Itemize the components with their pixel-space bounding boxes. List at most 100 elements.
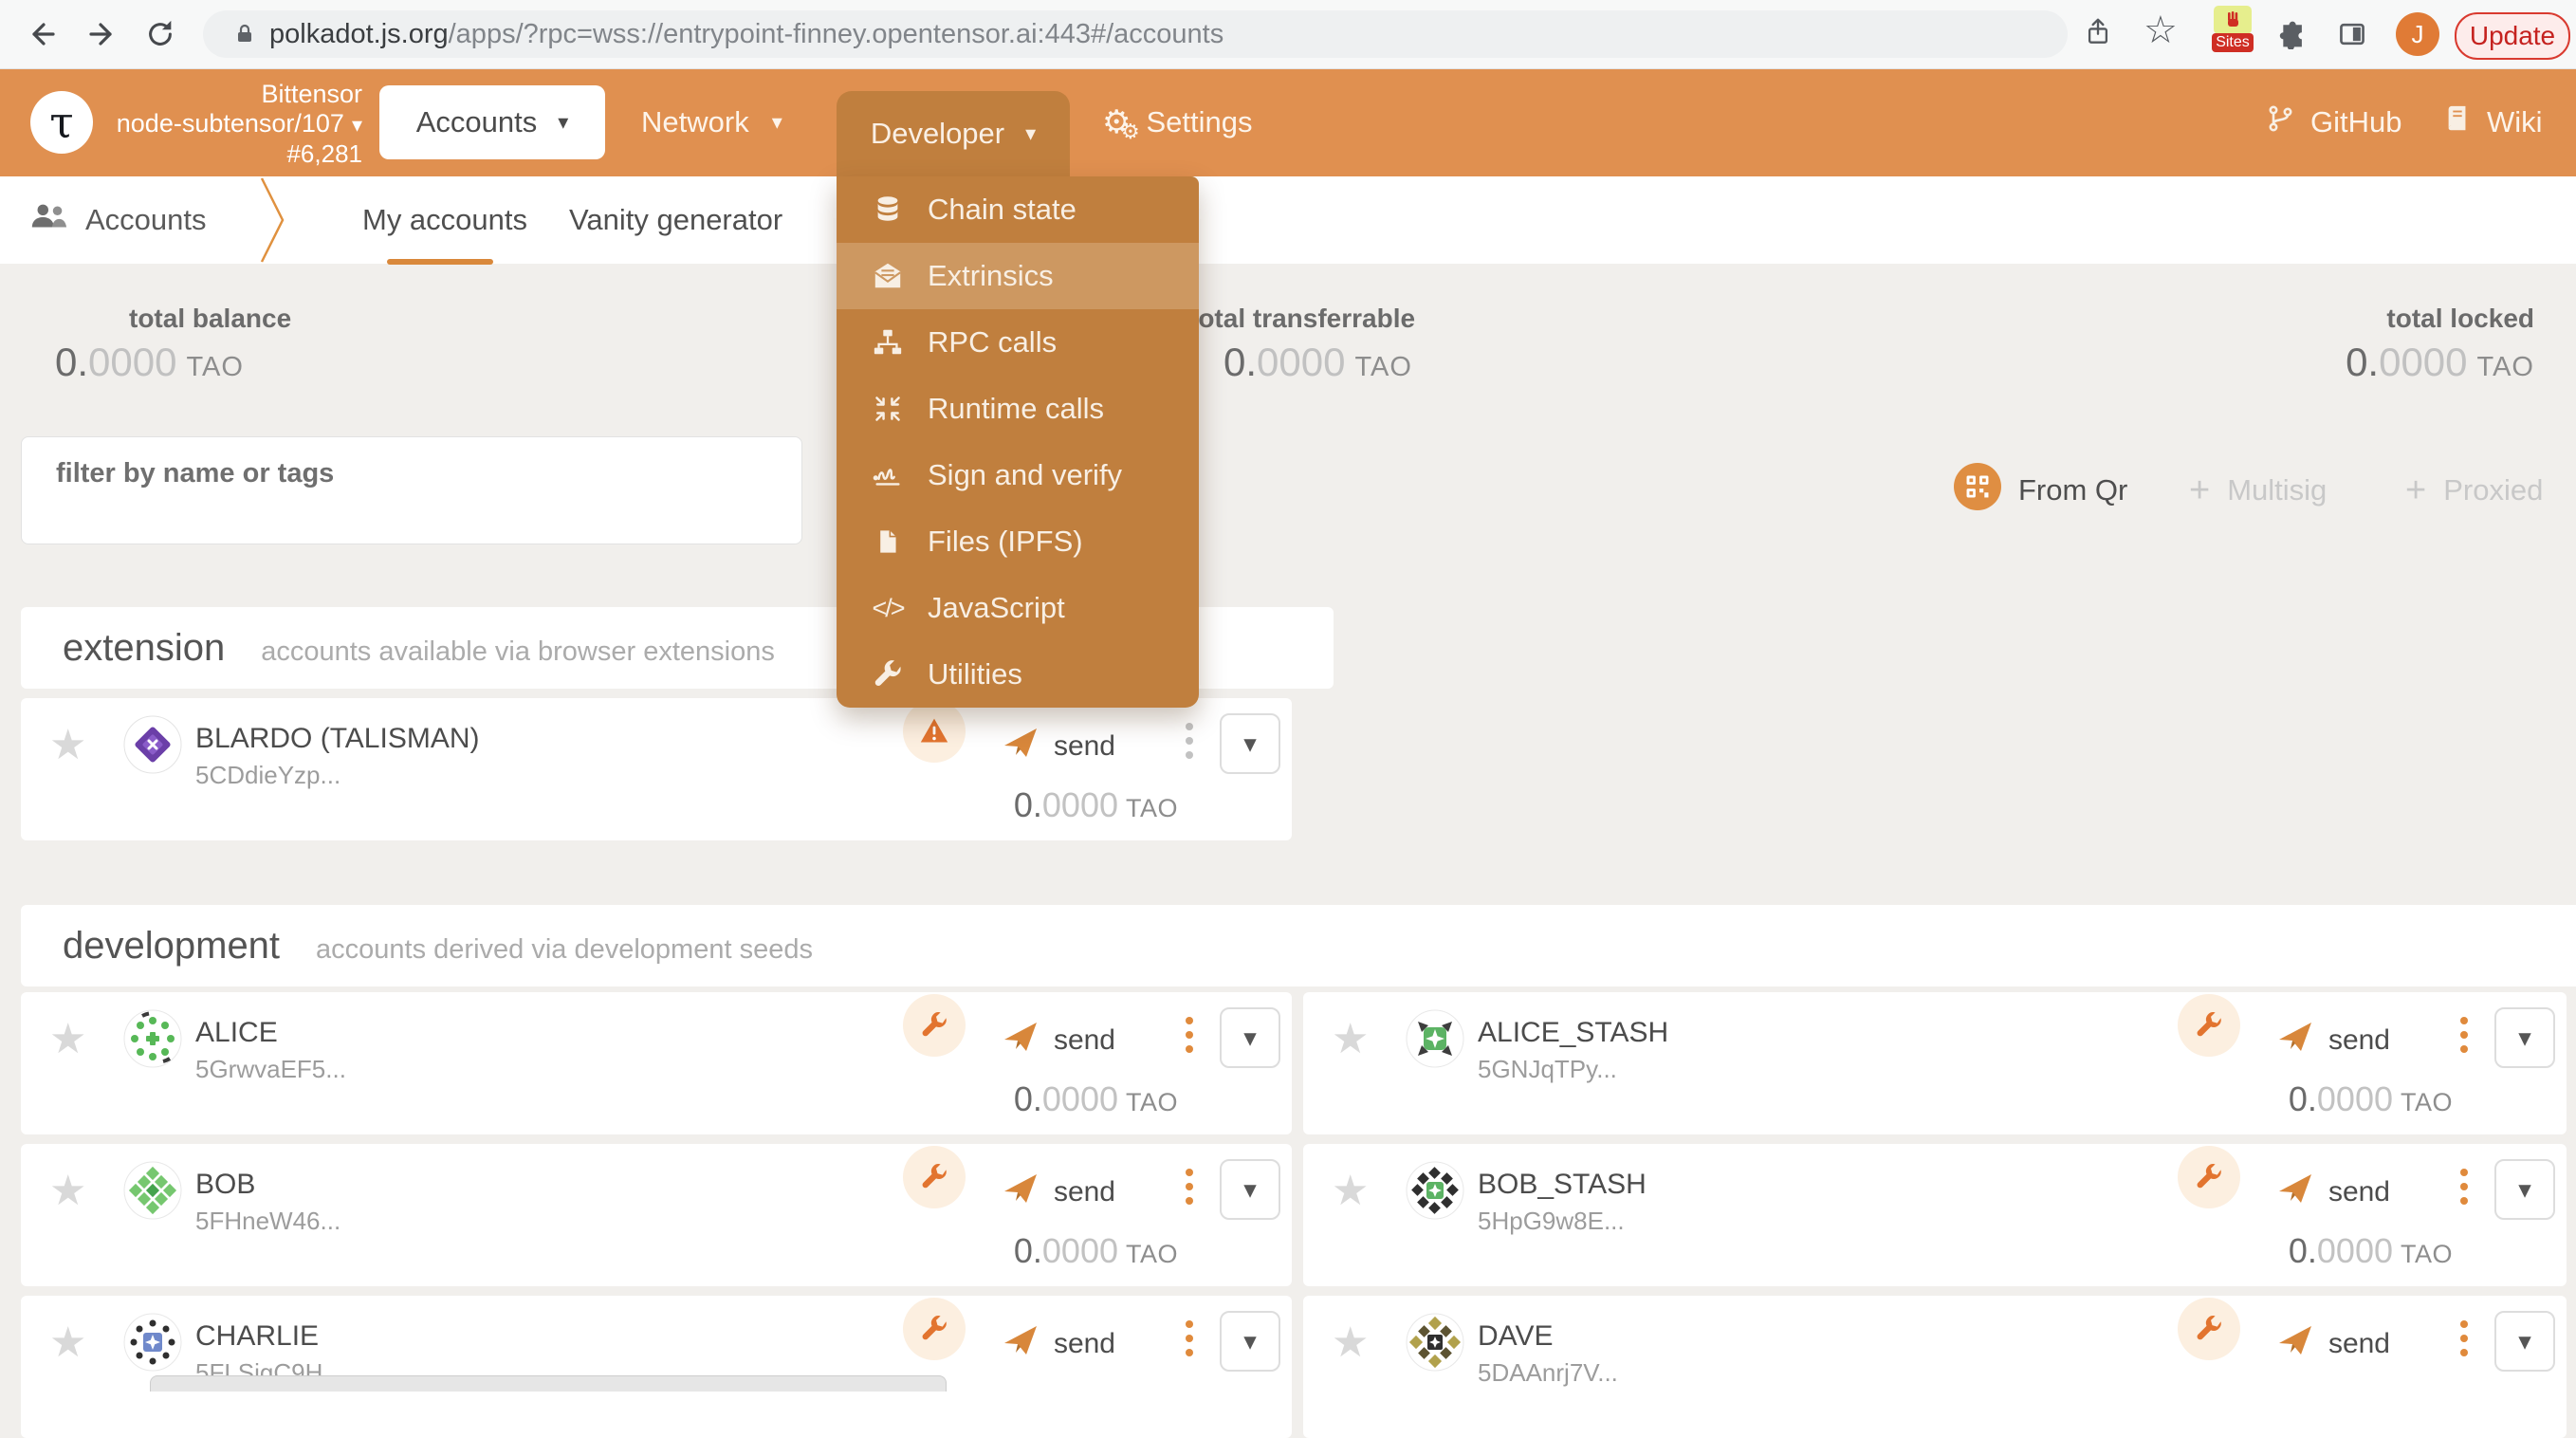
- account-address[interactable]: 5DAAnrj7V...: [1478, 1358, 1618, 1388]
- expand-button[interactable]: ▾: [2494, 1007, 2555, 1068]
- more-menu-icon[interactable]: [2460, 1320, 2468, 1356]
- account-card: ★ CHARLIE 5FLSigC9H... send ▾: [21, 1296, 1292, 1438]
- wrench-icon[interactable]: [903, 1298, 966, 1360]
- menu-item-extrinsics[interactable]: Extrinsics: [837, 243, 1199, 309]
- send-button[interactable]: send: [2277, 1324, 2390, 1364]
- send-button[interactable]: send: [1003, 727, 1115, 766]
- favorite-star-icon[interactable]: ★: [1332, 1019, 1369, 1060]
- tab-vanity-generator[interactable]: Vanity generator: [569, 176, 782, 264]
- menu-item-chain-state[interactable]: Chain state: [837, 176, 1199, 243]
- developer-dropdown-menu: Chain state Extrinsics RPC calls Runtime…: [837, 176, 1199, 708]
- account-name[interactable]: CHARLIE: [195, 1320, 319, 1353]
- refresh-icon[interactable]: [144, 18, 176, 55]
- identicon[interactable]: [123, 1161, 182, 1225]
- summary-value: 0.0000TAO: [2346, 340, 2534, 385]
- add-multisig-button[interactable]: + Multisig: [2189, 467, 2327, 514]
- chain-selector[interactable]: Bittensor node-subtensor/107▾ #6,281: [114, 80, 362, 169]
- summary-value: 0.0000TAO: [1189, 340, 1415, 385]
- nav-network-menu[interactable]: Network▾: [641, 68, 782, 176]
- account-card: ★ DAVE 5DAAnrj7V... send ▾: [1303, 1296, 2567, 1438]
- wiki-link[interactable]: Wiki: [2443, 68, 2543, 176]
- identicon[interactable]: [1406, 1009, 1464, 1073]
- identicon[interactable]: [123, 1009, 182, 1073]
- total-locked-summary: total locked 0.0000TAO: [2346, 304, 2534, 385]
- paper-plane-icon: [2277, 1172, 2313, 1212]
- more-menu-icon[interactable]: [1186, 1169, 1193, 1205]
- favorite-star-icon[interactable]: ★: [1332, 1322, 1369, 1364]
- summary-label: total transferrable: [1189, 304, 1415, 334]
- back-icon[interactable]: [25, 17, 59, 56]
- warning-icon[interactable]: [903, 700, 966, 763]
- address-bar[interactable]: polkadot.js.org/apps/?rpc=wss://entrypoi…: [203, 10, 2068, 58]
- forward-icon[interactable]: [85, 17, 120, 56]
- menu-item-rpc-calls[interactable]: RPC calls: [837, 309, 1199, 376]
- users-icon: [28, 199, 68, 241]
- wrench-icon[interactable]: [903, 1146, 966, 1208]
- favorite-star-icon[interactable]: ★: [49, 1322, 86, 1364]
- send-button[interactable]: send: [1003, 1324, 1115, 1364]
- extensions-puzzle-icon[interactable]: [2278, 19, 2309, 54]
- more-menu-icon[interactable]: [2460, 1017, 2468, 1053]
- account-address[interactable]: 5CDdieYzp...: [195, 761, 340, 790]
- expand-button[interactable]: ▾: [2494, 1311, 2555, 1372]
- filter-input[interactable]: filter by name or tags: [21, 436, 802, 544]
- account-name[interactable]: BOB: [195, 1169, 255, 1201]
- more-menu-icon[interactable]: [1186, 723, 1193, 759]
- menu-item-files-ipfs[interactable]: Files (IPFS): [837, 508, 1199, 575]
- share-icon[interactable]: [2083, 17, 2113, 52]
- more-menu-icon[interactable]: [1186, 1320, 1193, 1356]
- favorite-star-icon[interactable]: ★: [49, 725, 86, 766]
- expand-button[interactable]: ▾: [1220, 1311, 1280, 1372]
- expand-button[interactable]: ▾: [1220, 1159, 1280, 1220]
- identicon[interactable]: [123, 715, 182, 779]
- account-address[interactable]: 5HpG9w8E...: [1478, 1207, 1625, 1236]
- wrench-icon[interactable]: [2178, 994, 2240, 1057]
- menu-item-sign-and-verify[interactable]: Sign and verify: [837, 442, 1199, 508]
- tab-my-accounts[interactable]: My accounts: [362, 176, 527, 264]
- expand-button[interactable]: ▾: [1220, 1007, 1280, 1068]
- nav-accounts-button[interactable]: Accounts▾: [379, 85, 605, 159]
- wrench-icon[interactable]: [2178, 1146, 2240, 1208]
- favorite-star-icon[interactable]: ★: [1332, 1171, 1369, 1212]
- wrench-icon[interactable]: [903, 994, 966, 1057]
- send-button[interactable]: send: [2277, 1021, 2390, 1060]
- identicon[interactable]: [1406, 1161, 1464, 1225]
- favorite-star-icon[interactable]: ★: [49, 1171, 86, 1212]
- account-name[interactable]: DAVE: [1478, 1320, 1553, 1353]
- identicon[interactable]: [1406, 1313, 1464, 1376]
- profile-avatar[interactable]: J: [2396, 12, 2439, 56]
- expand-button[interactable]: ▾: [1220, 713, 1280, 774]
- expand-button[interactable]: ▾: [2494, 1159, 2555, 1220]
- add-proxied-button[interactable]: + Proxied: [2405, 467, 2543, 514]
- github-link[interactable]: GitHub: [2265, 68, 2401, 176]
- send-button[interactable]: send: [1003, 1172, 1115, 1212]
- summary-label: total balance: [55, 304, 291, 334]
- wrench-icon[interactable]: [2178, 1298, 2240, 1360]
- nav-settings[interactable]: ⚙⚙ Settings: [1102, 68, 1253, 176]
- account-name[interactable]: BOB_STASH: [1478, 1169, 1647, 1201]
- update-button[interactable]: Update: [2455, 12, 2570, 60]
- identicon[interactable]: [123, 1313, 182, 1376]
- account-address[interactable]: 5GrwvaEF5...: [195, 1055, 346, 1084]
- section-header-development: development accounts derived via develop…: [21, 905, 2576, 986]
- side-panel-icon[interactable]: [2337, 19, 2367, 54]
- menu-item-javascript[interactable]: </> JavaScript: [837, 575, 1199, 641]
- send-button[interactable]: send: [1003, 1021, 1115, 1060]
- sites-extension-icon[interactable]: Sites: [2206, 6, 2259, 52]
- send-button[interactable]: send: [2277, 1172, 2390, 1212]
- account-name[interactable]: ALICE_STASH: [1478, 1017, 1668, 1049]
- bookmark-star-icon[interactable]: ☆: [2144, 11, 2178, 49]
- favorite-star-icon[interactable]: ★: [49, 1019, 86, 1060]
- nav-developer-menu[interactable]: Developer▾: [837, 91, 1070, 176]
- total-transferrable-summary: total transferrable 0.0000TAO: [1189, 304, 1415, 385]
- from-qr-button[interactable]: From Qr: [1954, 467, 2127, 514]
- account-name[interactable]: ALICE: [195, 1017, 278, 1049]
- more-menu-icon[interactable]: [1186, 1017, 1193, 1053]
- bittensor-logo[interactable]: τ: [30, 91, 93, 154]
- account-address[interactable]: 5FHneW46...: [195, 1207, 340, 1236]
- account-name[interactable]: BLARDO (TALISMAN): [195, 723, 480, 755]
- more-menu-icon[interactable]: [2460, 1169, 2468, 1205]
- menu-item-utilities[interactable]: Utilities: [837, 641, 1199, 708]
- menu-item-runtime-calls[interactable]: Runtime calls: [837, 376, 1199, 442]
- account-address[interactable]: 5GNJqTPy...: [1478, 1055, 1617, 1084]
